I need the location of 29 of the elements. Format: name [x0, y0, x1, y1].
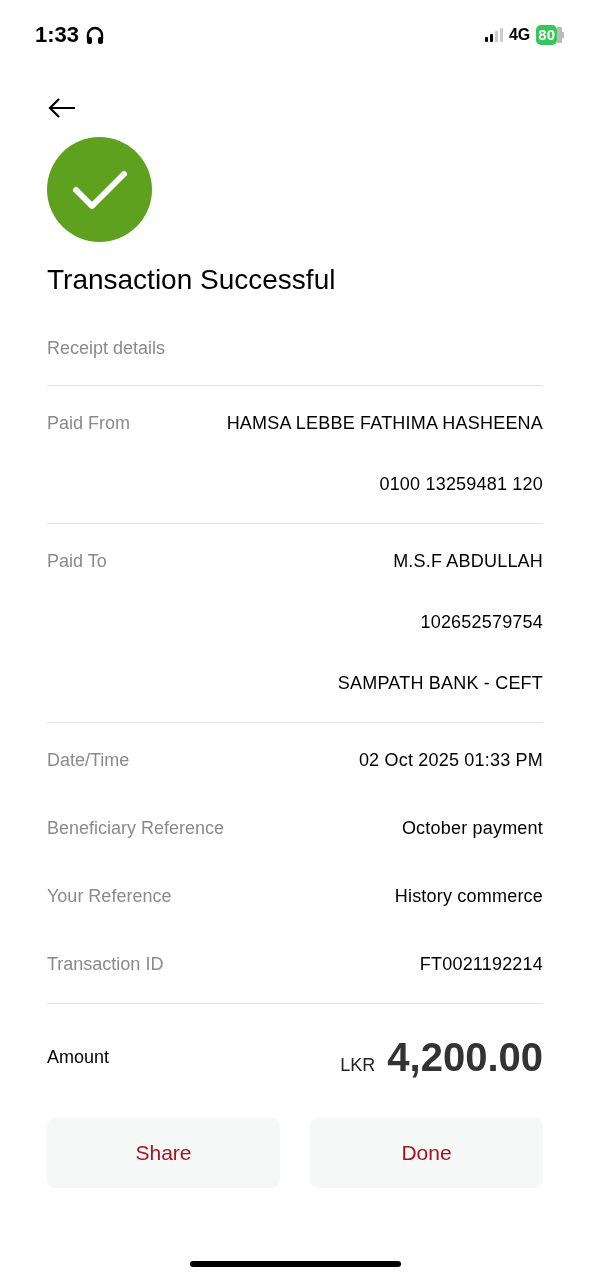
- amount-value: 4,200.00: [387, 1034, 543, 1080]
- success-check-icon: [47, 137, 152, 242]
- field-value: October payment: [401, 817, 543, 840]
- field-label: Beneficiary Reference: [47, 817, 225, 840]
- field-value: 0100 13259481 120: [379, 473, 543, 496]
- field-label: Date/Time: [47, 749, 130, 772]
- field-label: Transaction ID: [47, 953, 164, 976]
- headphones-icon: [85, 25, 106, 45]
- field-value: History commerce: [394, 885, 543, 908]
- back-arrow-icon[interactable]: [47, 96, 77, 120]
- field-value: SAMPATH BANK - CEFT: [337, 672, 543, 695]
- currency-label: LKR: [340, 1054, 376, 1076]
- field-value: HAMSA LEBBE FATHIMA HASHEENA: [226, 412, 543, 435]
- share-button[interactable]: Share: [47, 1118, 280, 1188]
- clock-time: 1:33: [35, 22, 80, 48]
- done-button[interactable]: Done: [310, 1118, 543, 1188]
- field-label: Your Reference: [47, 885, 172, 908]
- section-subtitle: Receipt details: [47, 336, 543, 386]
- battery-level: 80: [536, 25, 557, 45]
- network-label: 4G: [508, 26, 531, 44]
- field-label: Paid To: [47, 550, 107, 573]
- screen-title: Transaction Successful: [47, 263, 337, 297]
- field-value: 102652579754: [420, 611, 543, 634]
- signal-icon: [484, 28, 503, 42]
- amount-label: Amount: [47, 1046, 110, 1068]
- field-value: 02 Oct 2025 01:33 PM: [358, 749, 543, 772]
- field-value: M.S.F ABDULLAH: [393, 550, 543, 573]
- field-label: Paid From: [47, 412, 131, 435]
- field-value: FT0021192214: [419, 953, 543, 976]
